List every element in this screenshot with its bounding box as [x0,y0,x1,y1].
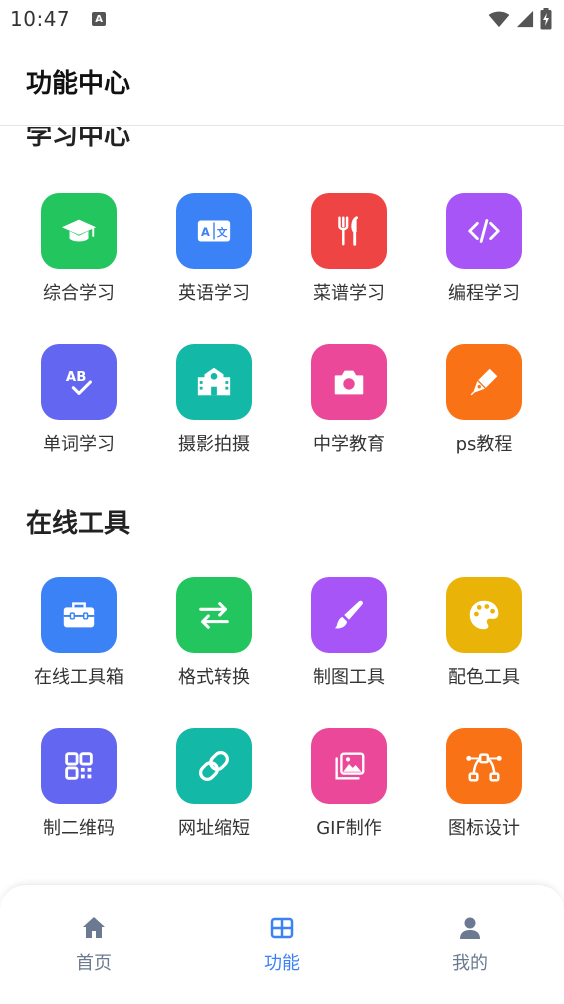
item-label: 配色工具 [448,667,520,688]
spell-check-icon: AB [66,370,92,395]
item-label: 制二维码 [43,818,115,839]
camera-icon [334,370,364,395]
item-ps-tutorial[interactable]: ps教程 [417,344,551,456]
toolbox-icon [63,602,95,628]
bezier-curve-icon [466,753,502,782]
tile-background [446,193,522,269]
translate-icon: A文 [197,220,231,242]
item-label: 英语学习 [178,283,250,304]
item-color-tool[interactable]: 配色工具 [417,577,551,689]
item-label: 制图工具 [313,667,385,688]
tile-background [446,344,522,420]
item-icon-design[interactable]: 图标设计 [417,728,551,840]
item-qrcode-generator[interactable]: 制二维码 [12,728,146,840]
graduation-cap-icon [61,219,97,242]
page-title: 功能中心 [26,69,131,99]
status-icons [488,8,552,30]
item-label: 摄影拍摄 [178,434,250,455]
pen-nib-icon [470,368,498,396]
svg-text:文: 文 [217,226,228,239]
battery-charging-icon [540,8,552,30]
item-drawing-tool[interactable]: 制图工具 [282,577,416,689]
status-time: 10:47 [10,7,71,31]
palette-icon [469,600,499,630]
item-comprehensive-learning[interactable]: 综合学习 [12,193,146,305]
item-word-learning[interactable]: AB 单词学习 [12,344,146,456]
photo-stack-icon [335,752,365,780]
item-url-shortener[interactable]: 网址缩短 [147,728,281,840]
item-label: 中学教育 [313,434,385,455]
tile-background [311,193,387,269]
user-icon [460,917,480,939]
item-label: 菜谱学习 [313,283,385,304]
tile-background [311,577,387,653]
utensils-icon [338,216,359,246]
tab-label: 首页 [76,953,112,974]
tile-background [446,728,522,804]
tab-label: 我的 [452,953,488,974]
bottom-tab-bar: 首页 功能 我的 [0,884,564,1004]
status-bar: 10:47 A [0,0,564,38]
item-label: 编程学习 [448,283,520,304]
app-bar: 功能中心 [0,38,564,126]
item-label: 图标设计 [448,818,520,839]
item-format-conversion[interactable]: 格式转换 [147,577,281,689]
tile-background [311,344,387,420]
tab-functions[interactable]: 功能 [222,915,342,975]
tile-background: A文 [176,193,252,269]
item-label: GIF制作 [316,818,382,839]
school-icon [197,367,231,396]
item-label: 网址缩短 [178,818,250,839]
item-recipe-learning[interactable]: 菜谱学习 [282,193,416,305]
section-title-online-tools: 在线工具 [26,509,131,539]
tile-background [176,344,252,420]
cellular-signal-icon [516,10,534,28]
tools-grid: 在线工具箱 格式转换 制图工具 配色工具 制二维码 网址缩短 GIF制作 图标设… [0,577,564,879]
learning-grid: 综合学习 A文 英语学习 菜谱学习 编程学习 AB 单词学习 摄影拍摄 中学教育… [0,193,564,495]
grid-icon [270,917,294,939]
tile-background [446,577,522,653]
wifi-icon [488,11,510,28]
notification-icon: A [92,12,107,26]
tile-background [176,577,252,653]
tile-background: AB [41,344,117,420]
home-icon [83,917,105,938]
tab-mine[interactable]: 我的 [410,915,530,975]
svg-text:AB: AB [66,370,86,385]
link-icon [199,751,229,781]
tile-background [41,193,117,269]
item-programming-learning[interactable]: 编程学习 [417,193,551,305]
item-label: ps教程 [455,434,513,455]
qrcode-icon [65,752,93,780]
item-label: 单词学习 [43,434,115,455]
section-title-learning: 学习中心 [26,127,131,151]
item-english-learning[interactable]: A文 英语学习 [147,193,281,305]
function-list[interactable]: 学习中心 综合学习 A文 英语学习 菜谱学习 编程学习 AB 单词学习 摄影拍摄… [0,127,564,884]
item-middle-school-education[interactable]: 中学教育 [282,344,416,456]
item-label: 在线工具箱 [34,667,124,688]
item-online-toolbox[interactable]: 在线工具箱 [12,577,146,689]
item-label: 格式转换 [178,667,250,688]
tile-background [41,577,117,653]
swap-arrows-icon [199,602,229,629]
tile-background [176,728,252,804]
tile-background [311,728,387,804]
svg-text:A: A [201,225,210,239]
tile-background [41,728,117,804]
item-photography[interactable]: 摄影拍摄 [147,344,281,456]
item-gif-maker[interactable]: GIF制作 [282,728,416,840]
tab-label: 功能 [264,953,300,974]
item-label: 综合学习 [43,283,115,304]
tab-home[interactable]: 首页 [34,915,154,975]
paintbrush-icon [334,600,363,629]
code-icon [468,219,500,243]
